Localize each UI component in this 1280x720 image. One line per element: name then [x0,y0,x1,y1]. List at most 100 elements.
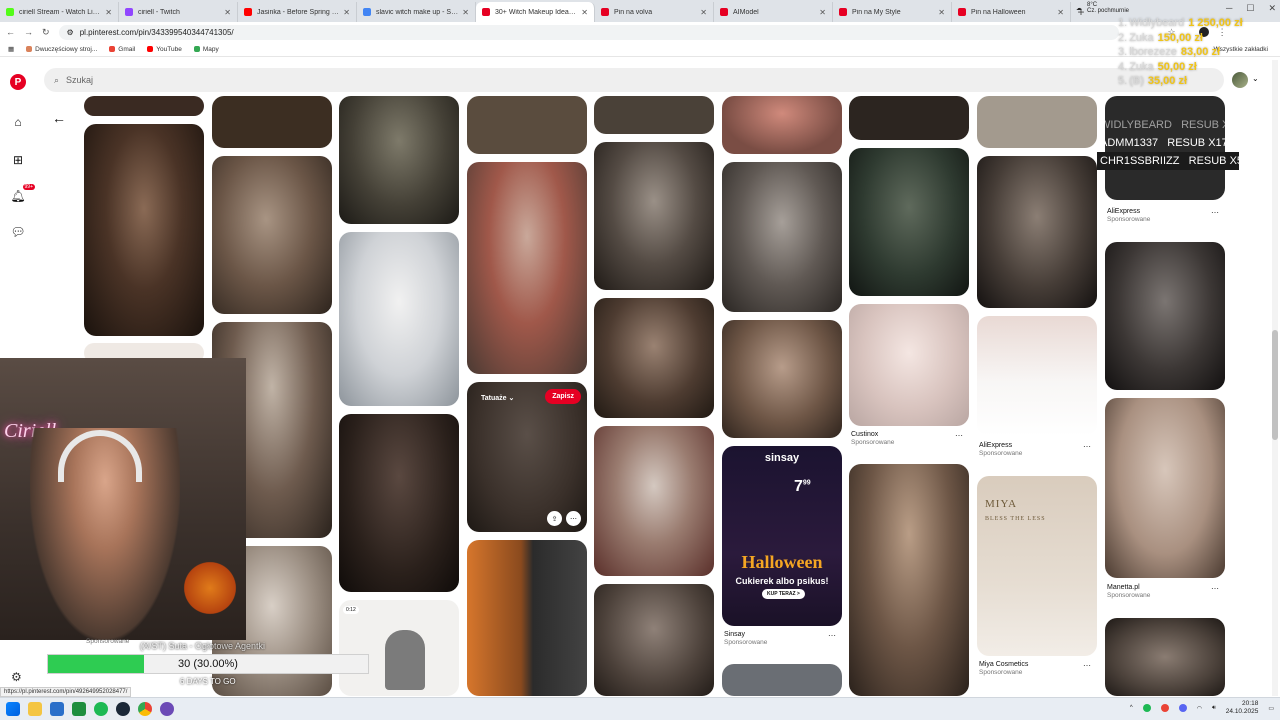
back-nav-icon[interactable]: ← [6,27,15,37]
board-select[interactable]: Tatuaże ⌄ [481,394,514,402]
xbox-icon[interactable] [72,702,86,716]
scrollbar[interactable] [1272,60,1278,696]
account-chevron-icon[interactable]: ⌄ [1252,74,1259,83]
pin-image[interactable] [722,162,842,312]
pin-image[interactable] [722,320,842,438]
pin-image[interactable] [1105,398,1225,578]
pin-image[interactable] [849,304,969,426]
browser-tab[interactable]: Pin na My Style ✕ [833,2,952,22]
pin-image[interactable] [977,96,1097,148]
pin-image[interactable] [849,464,969,696]
notification-center-icon[interactable]: ▭ [1268,705,1274,712]
pin-image[interactable] [849,148,969,296]
wifi-icon[interactable]: ◠ [1197,705,1202,712]
site-info-icon[interactable]: ⚙ [67,28,74,37]
pin-image[interactable] [594,96,714,134]
more-options-icon[interactable]: ⋯ [1211,584,1219,593]
pin-image[interactable] [722,96,842,154]
pin-image[interactable] [84,96,204,116]
back-arrow-icon[interactable]: ← [52,110,66,126]
bookmark-item[interactable]: Dwuczęściowy stroj... [26,46,97,53]
browser-tab[interactable]: 30+ Witch Makeup Ideas For H ✕ [476,2,595,22]
search-bar[interactable]: ⌕ Szukaj [44,68,1224,92]
steam-icon[interactable] [116,702,130,716]
close-tab-icon[interactable]: ✕ [581,8,588,17]
close-tab-icon[interactable]: ✕ [462,8,469,17]
tray-app-icon[interactable] [1160,704,1169,712]
pin-image[interactable] [594,584,714,696]
pin-image[interactable] [339,232,459,406]
obs-icon[interactable] [160,702,174,716]
close-tab-icon[interactable]: ✕ [105,8,112,17]
share-icon[interactable]: ⇪ [547,511,562,526]
pin-image[interactable]: 0:12 [339,600,459,696]
pin-image[interactable] [977,316,1097,436]
browser-tab[interactable]: Pin na volva ✕ [595,2,714,22]
close-window-icon[interactable]: ✕ [1268,3,1276,14]
forward-nav-icon[interactable]: → [24,27,33,37]
close-tab-icon[interactable]: ✕ [224,8,231,17]
close-tab-icon[interactable]: ✕ [938,8,945,17]
pin-image[interactable] [594,426,714,576]
browser-tab[interactable]: slavic witch make up - Szukaj g✕ [357,2,476,22]
maximize-icon[interactable]: ☐ [1246,3,1254,14]
sinsay-ad[interactable]: sinsay 799 Halloween Cukierek albo psiku… [722,446,842,626]
messages-icon[interactable]: 💬︎ [7,221,29,243]
close-tab-icon[interactable]: ✕ [819,8,826,17]
tray-app-icon[interactable] [1178,704,1187,712]
minimize-icon[interactable]: ─ [1226,3,1232,14]
address-bar[interactable]: ⚙ pl.pinterest.com/pin/34339954034474130… [58,24,1119,40]
apps-icon[interactable]: ▦ [8,45,14,53]
chrome-icon[interactable] [138,702,152,716]
save-button[interactable]: Zapisz [545,389,581,404]
more-options-icon[interactable]: ⋯ [1083,661,1091,670]
more-options-icon[interactable]: ⋯ [566,511,581,526]
pin-image[interactable] [467,540,587,696]
browser-tab[interactable]: ciriell Stream - Watch Live on K ✕ [0,2,119,22]
pin-image[interactable] [467,96,587,154]
pin-image[interactable] [594,142,714,290]
sinsay-cta-button[interactable]: KUP TERAZ > [762,589,805,599]
pin-image[interactable] [1105,242,1225,390]
create-icon[interactable]: ⊞ [7,149,29,171]
pin-image[interactable] [1105,618,1225,696]
start-icon[interactable] [6,702,20,716]
more-options-icon[interactable]: ⋯ [955,431,963,440]
bookmark-item[interactable]: Mapy [193,46,219,53]
pin-image[interactable] [467,162,587,374]
home-icon[interactable]: ⌂ [7,111,29,133]
hovered-pin[interactable]: Tatuaże ⌄ Zapisz ⇪ ⋯ [467,382,587,532]
pin-image[interactable] [84,124,204,336]
pin-image[interactable] [977,156,1097,308]
browser-tab[interactable]: Jasinka - Before Spring (Go ✕ [238,2,357,22]
bookmark-item[interactable]: YouTube [147,46,182,53]
close-tab-icon[interactable]: ✕ [1057,8,1064,17]
pin-image[interactable] [339,96,459,224]
clock[interactable]: 20:18 24.10.2025 [1226,700,1259,716]
reload-icon[interactable]: ↻ [42,27,50,38]
weather-widget[interactable]: ☁ 8°C Cz. pochmurnie [1076,2,1129,14]
pin-image[interactable] [212,96,332,148]
store-icon[interactable] [50,702,64,716]
tray-chevron-icon[interactable]: ^ [1130,705,1133,711]
more-options-icon[interactable]: ⋯ [828,631,836,640]
more-options-icon[interactable]: ⋯ [1211,208,1219,217]
more-options-icon[interactable]: ⋯ [1083,442,1091,451]
pin-image[interactable] [722,664,842,696]
browser-tab[interactable]: AIModel ✕ [714,2,833,22]
file-explorer-icon[interactable] [28,702,42,716]
browser-tab[interactable]: Pin na Halloween ✕ [952,2,1071,22]
volume-icon[interactable]: 🔊︎ [1212,705,1216,712]
browser-tab[interactable]: ciriell - Twitch ✕ [119,2,238,22]
spotify-icon[interactable] [94,702,108,716]
pin-image[interactable] [339,414,459,592]
pin-image[interactable] [594,298,714,418]
settings-gear-icon[interactable]: ⚙ [11,670,22,684]
bookmark-item[interactable]: Gmail [109,46,135,53]
close-tab-icon[interactable]: ✕ [343,8,350,17]
scrollbar-thumb[interactable] [1272,330,1278,440]
tray-app-icon[interactable] [1142,704,1151,712]
miya-ad[interactable]: MIYA BLESS THE LESS [977,476,1097,656]
notifications-icon[interactable]: 🔔︎ 99+ [7,184,35,207]
pinterest-logo-icon[interactable]: P [7,71,29,93]
